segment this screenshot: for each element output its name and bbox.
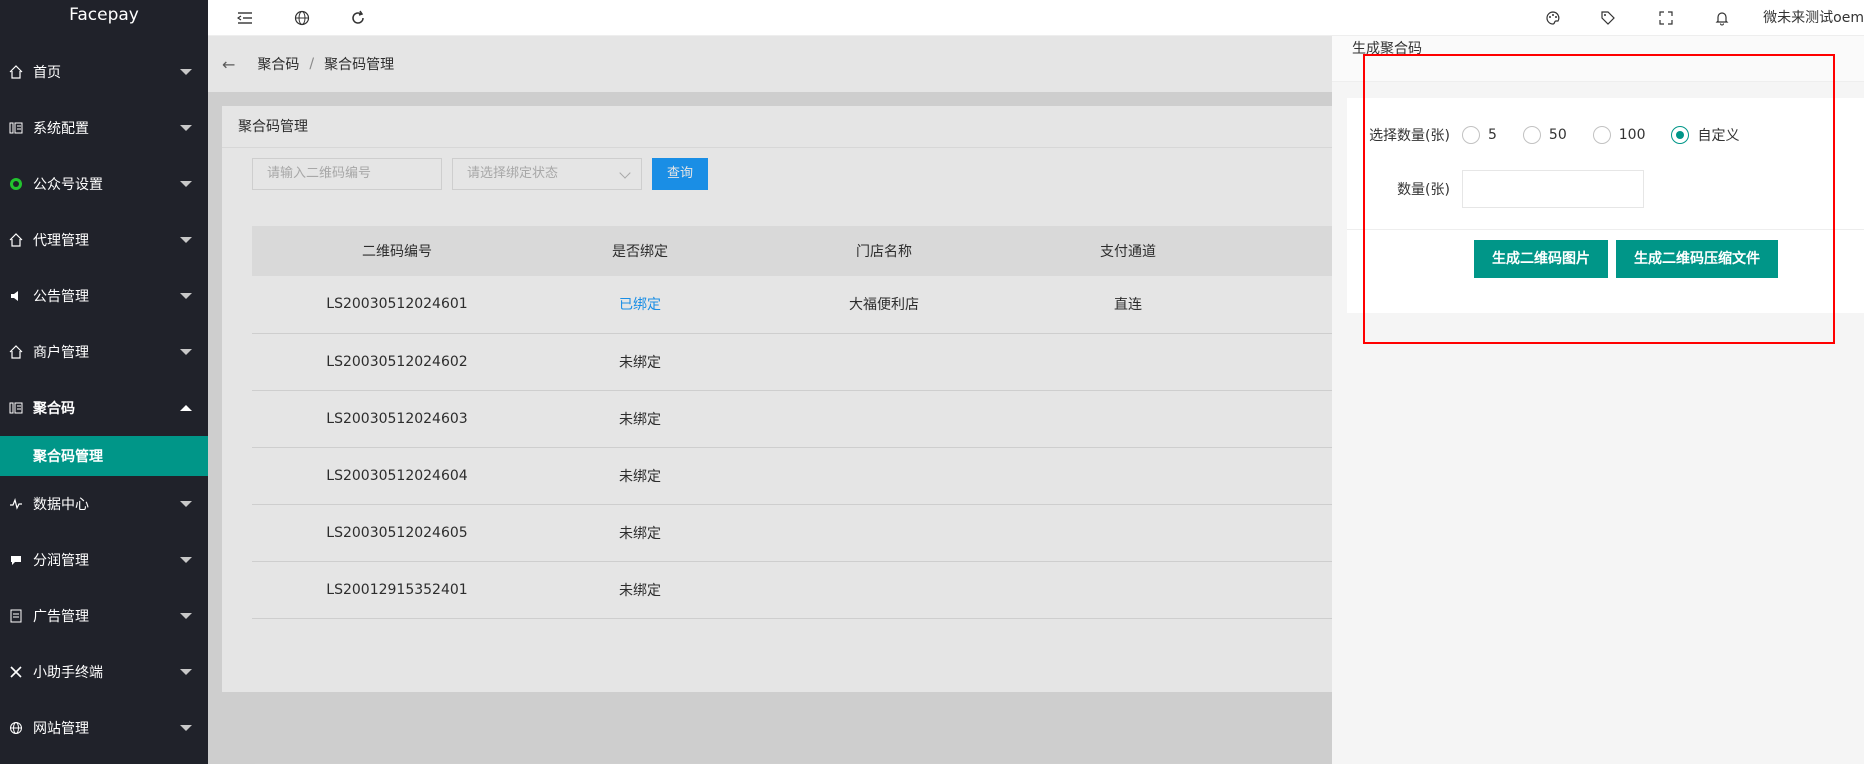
chevron-down-icon — [180, 725, 192, 731]
sidebar-item-assistant-terminal[interactable]: 小助手终端 — [0, 644, 208, 700]
sidebar-item-label: 数据中心 — [33, 497, 89, 513]
sidebar-item-ads[interactable]: 广告管理 — [0, 588, 208, 644]
sidebar-item-label: 分润管理 — [33, 553, 89, 569]
sidebar-item-label: 公众号设置 — [33, 177, 103, 193]
sidebar: Facepay 首页 系统配置 公众号设置 代理管理 公告管理 商户管理 聚合码… — [0, 0, 208, 764]
chat-icon — [8, 552, 24, 568]
wechat-icon — [8, 176, 24, 192]
settings-icon — [8, 120, 24, 136]
sidebar-item-aggregate-code[interactable]: 聚合码 — [0, 380, 208, 436]
sidebar-item-official-account[interactable]: 公众号设置 — [0, 156, 208, 212]
sidebar-item-data-center[interactable]: 数据中心 — [0, 476, 208, 532]
tools-icon — [8, 664, 24, 680]
bell-icon[interactable] — [1712, 8, 1732, 28]
sidebar-item-label: 公告管理 — [33, 289, 89, 305]
refresh-icon[interactable] — [348, 8, 368, 28]
highlight-annotation-box — [1363, 54, 1835, 344]
sidebar-item-profit-share[interactable]: 分润管理 — [0, 532, 208, 588]
chevron-down-icon — [180, 501, 192, 507]
app-logo: Facepay — [69, 5, 139, 25]
sidebar-item-label: 聚合码 — [33, 401, 75, 417]
sidebar-item-label: 广告管理 — [33, 609, 89, 625]
sidebar-item-label: 小助手终端 — [33, 665, 103, 681]
chevron-down-icon — [180, 613, 192, 619]
pulse-icon — [8, 496, 24, 512]
sidebar-item-label: 商户管理 — [33, 345, 89, 361]
sidebar-item-label: 系统配置 — [33, 121, 89, 137]
chevron-down-icon — [180, 125, 192, 131]
sidebar-item-agent[interactable]: 代理管理 — [0, 212, 208, 268]
sidebar-item-notice[interactable]: 公告管理 — [0, 268, 208, 324]
globe-icon[interactable] — [292, 8, 312, 28]
chevron-down-icon — [180, 237, 192, 243]
globe-icon — [8, 720, 24, 736]
overlay-shade[interactable] — [208, 36, 1332, 764]
menu-collapse-icon[interactable] — [235, 8, 255, 28]
home-icon — [8, 232, 24, 248]
user-name[interactable]: 微未来测试oem — [1763, 7, 1864, 27]
top-header: 微未来测试oem — [208, 0, 1864, 36]
chevron-down-icon — [180, 557, 192, 563]
sidebar-item-label: 代理管理 — [33, 233, 89, 249]
chevron-down-icon — [180, 69, 192, 75]
doc-icon — [8, 608, 24, 624]
speaker-icon — [8, 288, 24, 304]
chevron-down-icon — [180, 293, 192, 299]
sidebar-item-label: 网站管理 — [33, 721, 89, 737]
home-icon — [8, 344, 24, 360]
sidebar-item-merchant[interactable]: 商户管理 — [0, 324, 208, 380]
sidebar-subitem-aggregate-code-manage[interactable]: 聚合码管理 — [0, 436, 208, 476]
sidebar-item-label: 首页 — [33, 65, 61, 81]
settings-icon — [8, 400, 24, 416]
chevron-down-icon — [180, 669, 192, 675]
palette-icon[interactable] — [1543, 8, 1563, 28]
chevron-down-icon — [180, 181, 192, 187]
chevron-down-icon — [180, 349, 192, 355]
sidebar-item-system-config[interactable]: 系统配置 — [0, 100, 208, 156]
tag-icon[interactable] — [1598, 8, 1618, 28]
fullscreen-icon[interactable] — [1656, 8, 1676, 28]
sidebar-item-home[interactable]: 首页 — [0, 44, 208, 100]
chevron-up-icon — [180, 405, 192, 411]
home-icon — [8, 64, 24, 80]
sidebar-item-website[interactable]: 网站管理 — [0, 700, 208, 756]
